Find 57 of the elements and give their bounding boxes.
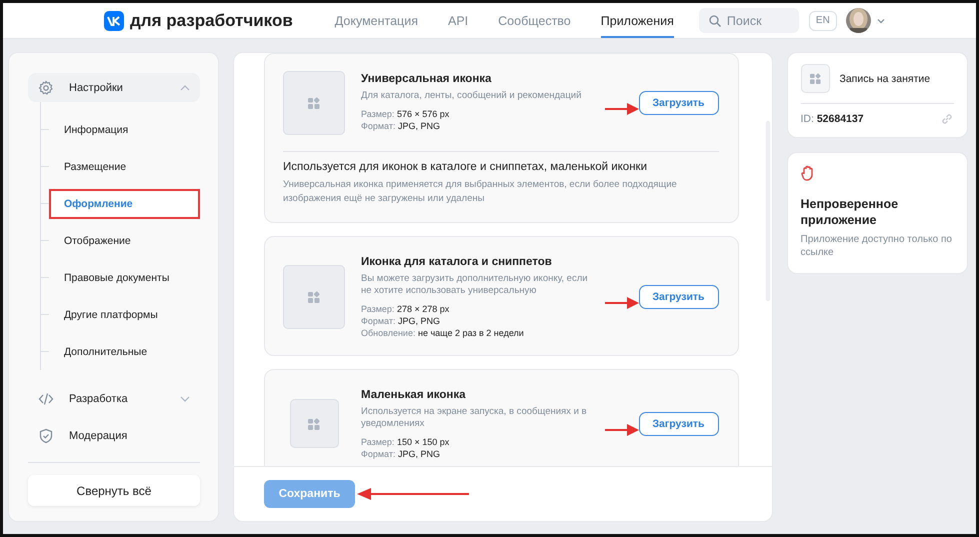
nav-tab[interactable]: Приложения — [600, 3, 674, 38]
note-heading: Используется для иконок в каталоге и сниппетах, маленькой иконки — [283, 161, 648, 173]
meta-label: Формат: — [361, 449, 396, 459]
status-text: Приложение доступно только по ссылке — [800, 233, 953, 259]
meta-value: JPG, PNG — [398, 449, 440, 459]
id-value: 52684137 — [816, 113, 864, 125]
upload-button[interactable]: Загрузить — [638, 284, 718, 308]
sidebar-item[interactable]: Разработка — [28, 384, 200, 413]
apps-icon — [308, 97, 320, 109]
meta-value: 150 × 150 px — [396, 437, 450, 447]
card-description: Вы можете загрузить дополнительную иконку, если не хотите использовать универсальную — [361, 273, 589, 297]
meta-label: Формат: — [361, 316, 396, 326]
card-title: Иконка для каталога и сниппетов — [361, 256, 553, 268]
meta-value: JPG, PNG — [398, 316, 440, 326]
sidebar-item[interactable]: Оформление — [48, 188, 200, 218]
search-field[interactable]: Поиск — [698, 8, 799, 33]
meta-label: Формат: — [361, 121, 396, 131]
hand-icon — [800, 165, 814, 181]
sidebar-item[interactable]: Правовые документы — [48, 262, 200, 292]
apps-icon — [810, 73, 820, 84]
upload-button[interactable]: Загрузить — [638, 91, 718, 115]
card-title: Универсальная иконка — [361, 73, 492, 85]
meta-label: Размер: — [361, 304, 394, 314]
sidebar-item[interactable]: Настройки — [28, 73, 200, 102]
status-title: Непроверенное приложение — [800, 196, 900, 228]
meta-label: Обновление: — [361, 328, 416, 338]
logo-text[interactable]: для разработчиков — [130, 10, 293, 30]
chevron-down-icon — [180, 396, 190, 402]
note-text: Универсальная иконка применяется для выбранных элементов, если более подходящие изображения ещё не загружены или удалены — [283, 178, 678, 206]
app-name: Запись на занятие — [840, 72, 930, 84]
meta-value: JPG, PNG — [398, 121, 440, 131]
card-description: Используется на экране запуска, в сообщениях и в уведомлениях — [361, 406, 588, 430]
card-title: Маленькая иконка — [361, 389, 467, 401]
meta-value: 576 × 576 px — [396, 109, 450, 119]
meta-label: Размер: — [361, 437, 394, 447]
meta-label: Размер: — [361, 109, 394, 119]
sidebar-item[interactable]: Другие платформы — [48, 300, 200, 330]
sidebar-item[interactable]: Модерация — [28, 421, 200, 450]
sidebar-item[interactable]: Информация — [48, 114, 200, 144]
card-description: Для каталога, ленты, сообщений и рекомендаций — [361, 90, 582, 102]
meta-value: 278 × 278 px — [396, 304, 450, 314]
sidebar-item[interactable]: Размещение — [48, 152, 200, 182]
code-icon — [38, 390, 54, 406]
upload-button[interactable]: Загрузить — [638, 412, 718, 436]
apps-icon — [308, 290, 320, 302]
apps-icon — [308, 418, 320, 430]
logo-icon[interactable] — [104, 10, 124, 30]
chevron-down-icon[interactable] — [876, 18, 885, 24]
meta-value: не чаще 2 раз в 2 недели — [418, 328, 524, 338]
chevron-up-icon — [180, 84, 190, 90]
sidebar-item[interactable]: Отображение — [48, 226, 200, 256]
search-icon — [708, 14, 721, 26]
shield-icon — [38, 428, 54, 444]
sidebar-item[interactable]: Дополнительные — [48, 336, 200, 366]
gear-icon — [38, 80, 54, 96]
collapse-button[interactable]: Свернуть всё — [28, 475, 200, 506]
id-label: ID: — [800, 113, 814, 125]
